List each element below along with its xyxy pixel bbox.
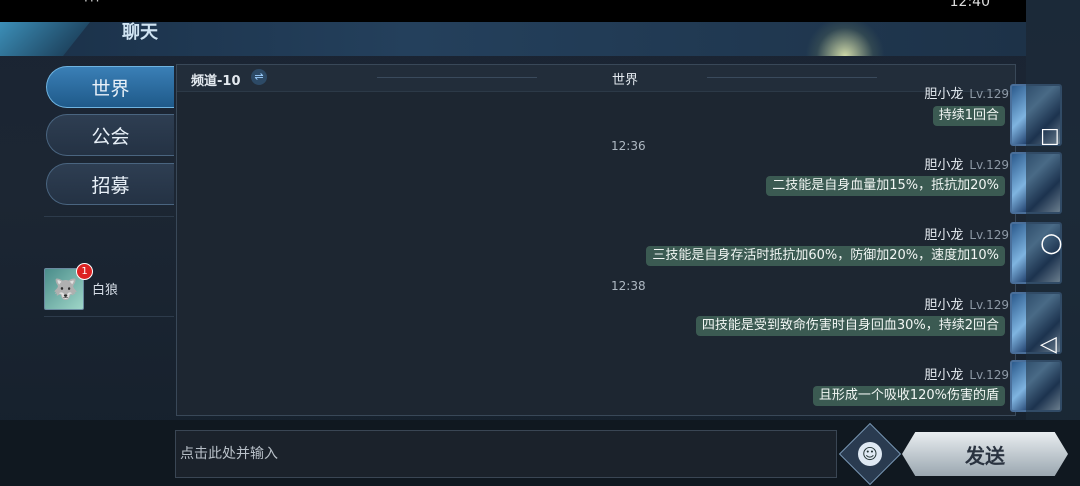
divider — [44, 316, 174, 317]
tab-recruit[interactable]: 招募 — [46, 163, 174, 205]
divider — [44, 216, 174, 217]
channel-title: 世界 — [612, 73, 639, 88]
contact-name: 白狼 — [92, 283, 119, 298]
channel-header: 频道-10 ⇌ 世界 — [177, 65, 1015, 92]
chat-input[interactable] — [175, 430, 837, 478]
channel-label: 频道-10 — [191, 74, 241, 89]
divider — [377, 77, 537, 78]
sender-name: 胆小龙 — [924, 158, 964, 173]
divider — [707, 77, 877, 78]
message-bubble: 三技能是自身存活时抵抗加60%，防御加20%，速度加10% — [646, 246, 1005, 266]
chat-panel[interactable]: 频道-10 ⇌ 世界 胆小龙 Lv.129 持续1回合 12:36 胆小龙 Lv.1… — [176, 64, 1016, 416]
contact-item[interactable]: 🐺 1 白狼 — [44, 263, 174, 310]
message-sender: 胆小龙 Lv.129 — [924, 294, 1009, 313]
smiley-icon[interactable]: ☺ — [858, 442, 882, 466]
recents-icon[interactable]: ☐ — [1040, 126, 1064, 151]
message-sender: 胆小龙 Lv.129 — [924, 83, 1009, 102]
message-bubble: 且形成一个吸收120%伤害的盾 — [812, 386, 1005, 406]
sender-name: 胆小龙 — [924, 298, 964, 313]
message-sender: 胆小龙 Lv.129 — [924, 364, 1009, 383]
send-button[interactable]: 发送 — [902, 432, 1068, 476]
back-emblem-icon[interactable] — [0, 22, 90, 56]
sender-level: Lv.129 — [969, 228, 1009, 242]
moon-decoration — [800, 22, 890, 56]
sender-level: Lv.129 — [969, 87, 1009, 101]
swap-channel-icon[interactable]: ⇌ — [251, 69, 267, 85]
home-icon[interactable]: ○ — [1040, 228, 1064, 258]
message-sender: 胆小龙 Lv.129 — [924, 154, 1009, 173]
sender-name: 胆小龙 — [924, 368, 964, 383]
timestamp: 12:36 — [611, 139, 646, 153]
message-bubble: 持续1回合 — [932, 106, 1005, 126]
sender-level: Lv.129 — [969, 158, 1009, 172]
message-bubble: 四技能是受到致命伤害时自身回血30%，持续2回合 — [695, 316, 1005, 336]
sender-level: Lv.129 — [969, 298, 1009, 312]
tab-guild[interactable]: 公会 — [46, 114, 174, 156]
message-bubble: 二技能是自身血量加15%，抵抗加20% — [766, 176, 1005, 196]
sender-name: 胆小龙 — [924, 228, 964, 243]
status-icons: ··· — [84, 0, 102, 8]
page-title: 聊天 — [122, 22, 158, 43]
unread-badge: 1 — [76, 263, 93, 280]
sender-name: 胆小龙 — [924, 87, 964, 102]
sender-level: Lv.129 — [969, 368, 1009, 382]
system-nav-bar: ☐ ○ ◁ — [1026, 0, 1080, 486]
back-icon[interactable]: ◁ — [1040, 332, 1064, 357]
tab-world[interactable]: 世界 — [46, 66, 174, 108]
status-time: 12:40 — [949, 0, 990, 10]
timestamp: 12:38 — [611, 279, 646, 293]
message-sender: 胆小龙 Lv.129 — [924, 224, 1009, 243]
